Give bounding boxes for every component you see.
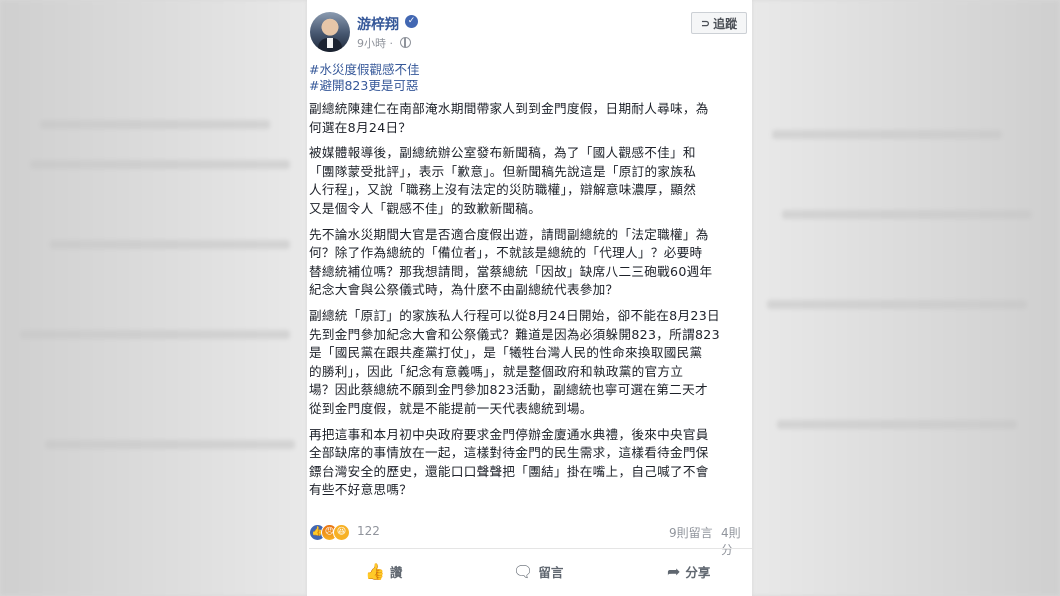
verified-badge-icon: ✓	[405, 15, 418, 28]
post-paragraph: 再把這事和本月初中央政府要求金門停辦金廈通水典禮，後來中央官員 全部缺席的事情放…	[309, 426, 752, 500]
comment-count[interactable]: 9則留言	[669, 524, 713, 541]
text-line: 再把這事和本月初中央政府要求金門停辦金廈通水典禮，後來中央官員	[309, 426, 709, 442]
text-line: 全部缺席的事情放在一起，這樣對待金門的民生需求，這樣看待金門保	[309, 445, 709, 461]
author-name[interactable]: 游梓翔	[357, 14, 399, 34]
rss-icon: ⊃	[700, 16, 711, 30]
text-line: 「團隊蒙受批評」，表示「歉意」。但新聞稿先說這是「原訂的家族私	[309, 163, 697, 179]
share-button[interactable]: ➦ 分享	[667, 556, 710, 586]
post-paragraph: 副總統陳建仁在南部淹水期間帶家人到到金門度假，日期耐人尋味，為 何選在8月24日…	[309, 100, 752, 137]
text-line: 又是個令人「觀感不佳」的致歉新聞稿。	[309, 200, 542, 216]
text-line: 替總統補位嗎？那我想請問，當蔡總統「因故」缺席八二三砲戰60週年	[309, 263, 713, 279]
post-body: 副總統陳建仁在南部淹水期間帶家人到到金門度假，日期耐人尋味，為 何選在8月24日…	[309, 100, 752, 507]
text-line: 鏢台灣安全的歷史，還能口口聲聲把「團結」掛在嘴上，自己喊了不會	[309, 463, 709, 479]
reaction-bar: 👍 😠 😆 122 9則留言 4則分	[307, 520, 752, 557]
text-line: 的勝利」，因此「紀念有意義嗎」，就是整個政府和執政黨的官方立	[309, 363, 684, 379]
avatar[interactable]	[310, 12, 350, 52]
text-line: 先到金門參加紀念大會和公祭儀式？難道是因為必須躲開823，所謂823	[309, 326, 720, 342]
comment-bubble-icon: 🗨	[513, 561, 534, 581]
comment-button[interactable]: 🗨 留言	[513, 556, 563, 586]
avatar-shirt	[327, 38, 333, 48]
like-button[interactable]: 👍 讚	[365, 556, 402, 586]
action-bar: 👍 讚 🗨 留言 ➦ 分享	[307, 556, 752, 588]
hashtag-link[interactable]: #水災度假觀感不佳	[309, 62, 419, 78]
haha-reaction-icon: 😆	[333, 524, 350, 541]
facebook-post: 游梓翔 ✓ 9小時 · ⊃ 追蹤 #水災度假觀感不佳 #避開823更是可惡 副總…	[307, 0, 752, 596]
post-paragraph: 被媒體報導後，副總統辦公室發布新聞稿，為了「國人觀感不佳」和 「團隊蒙受批評」，…	[309, 144, 752, 218]
text-line: 紀念大會與公祭儀式時，為什麼不由副總統代表參加？	[309, 282, 619, 298]
text-line: 被媒體報導後，副總統辦公室發布新聞稿，為了「國人觀感不佳」和	[309, 145, 696, 161]
text-line: 從到金門度假，就是不能提前一天代表總統到場。	[309, 400, 593, 416]
share-label: 分享	[685, 564, 711, 580]
meta-separator: ·	[389, 37, 397, 50]
hashtag-list: #水災度假觀感不佳 #避開823更是可惡	[309, 62, 419, 94]
post-time[interactable]: 9小時	[357, 37, 386, 50]
text-line: 副總統「原訂」的家族私人行程可以從8月24日開始，卻不能在8月23日	[309, 307, 720, 323]
like-label: 讚	[389, 564, 403, 580]
globe-icon	[399, 37, 411, 48]
text-line: 何選在8月24日？	[309, 119, 412, 135]
text-line: 先不論水災期間大官是否適合度假出遊，請問副總統的「法定職權」為	[309, 226, 709, 242]
hashtag-link[interactable]: #避開823更是可惡	[309, 78, 419, 94]
share-count[interactable]: 4則分	[721, 524, 752, 558]
text-line: 是「國民黨在跟共產黨打仗」，是「犧牲台灣人民的性命來換取國民黨	[309, 345, 703, 361]
comment-label: 留言	[538, 564, 564, 580]
post-header: 游梓翔 ✓ 9小時 · ⊃ 追蹤	[307, 8, 752, 54]
divider	[309, 548, 752, 549]
text-line: 何？除了作為總統的「備位者」，不就該是總統的「代理人」？必要時	[309, 245, 703, 261]
thumbs-up-icon: 👍	[365, 561, 385, 581]
text-line: 場？因此蔡總統不願到金門參加823活動，副總統也寧可選在第二天才	[309, 382, 708, 398]
blurred-background-right	[752, 0, 1060, 596]
text-line: 有些不好意思嗎？	[309, 482, 413, 498]
post-paragraph: 先不論水災期間大官是否適合度假出遊，請問副總統的「法定職權」為 何？除了作為總統…	[309, 226, 752, 300]
blurred-background-left	[0, 0, 307, 596]
post-meta: 9小時 ·	[357, 35, 411, 51]
text-line: 副總統陳建仁在南部淹水期間帶家人到到金門度假，日期耐人尋味，為	[309, 101, 709, 116]
follow-label: 追蹤	[713, 16, 738, 31]
post-paragraph: 副總統「原訂」的家族私人行程可以從8月24日開始，卻不能在8月23日 先到金門參…	[309, 307, 752, 419]
reaction-count[interactable]: 122	[357, 524, 380, 538]
text-line: 人行程」，又說「職務上沒有法定的災防職權」，辯解意味濃厚，顯然	[309, 182, 697, 198]
share-arrow-icon: ➦	[667, 561, 681, 581]
follow-button[interactable]: ⊃ 追蹤	[691, 12, 747, 34]
